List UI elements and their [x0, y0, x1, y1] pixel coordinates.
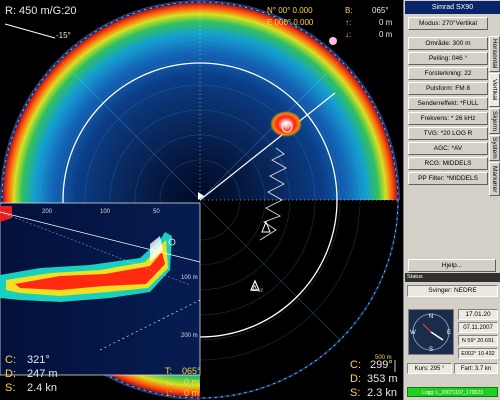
inset-depth-200: 200 m [181, 333, 198, 339]
range-button[interactable]: Område: 300 m [408, 37, 488, 50]
longitude-display: E002° 10.432 [458, 348, 498, 359]
fish-school-echo [270, 111, 302, 137]
svg-text:E: E [447, 330, 451, 336]
distance-label: D: [5, 368, 16, 380]
inset-scale-50: 50 [153, 209, 160, 215]
target-course-value: 299° [370, 359, 393, 371]
agc-button[interactable]: AGC: *AV [408, 142, 488, 155]
marker-12-label: Δ₁₂ [252, 284, 264, 293]
heading-display: Kurs: 295 ° [407, 363, 452, 374]
mode-button[interactable]: Modus: 270°Vertikal [408, 17, 488, 30]
sonar-app: R: 450 m/G:20 -15° N° 00° 0.000 E 000° 0… [0, 0, 500, 400]
course-value: 321° [27, 354, 50, 366]
tab-markorer[interactable]: Markører [489, 162, 500, 196]
course-label: C: [5, 354, 16, 366]
panel-title: Simrad SX90 [405, 1, 500, 14]
tab-vertikal[interactable]: Vertikal [489, 73, 500, 107]
tilt-readout: -15° [56, 31, 71, 40]
help-button[interactable]: Hjelp... [408, 259, 496, 272]
tab-horisontal[interactable]: Horisontal [489, 36, 500, 72]
pulse-form-button[interactable]: Pulsform: FM 8 [408, 82, 488, 95]
inset-scale-100: 100 [100, 209, 111, 215]
logging-status-bar: Logg: L_20071107_170023 [407, 387, 498, 397]
svg-text:W: W [410, 330, 416, 336]
speed-display: Fart: 3.7 kn [454, 363, 498, 374]
mid-down-label: ↓: [165, 388, 173, 398]
target-course-label: C: [350, 359, 361, 371]
status-header: Status [405, 273, 500, 282]
tvg-button[interactable]: TVG: *20 LOG R [408, 127, 488, 140]
sonar-graphics [0, 0, 403, 400]
down-label: ↓: [345, 30, 352, 39]
target-speed-value: 2.3 kn [367, 387, 397, 399]
distance-value: 247 m [27, 368, 58, 380]
down-value: 0 m [379, 30, 393, 39]
control-panel: Simrad SX90 Modus: 270°Vertikal Område: … [403, 0, 500, 400]
date-display: 07.11.2007 [458, 322, 498, 333]
compass-icon: N S W E [408, 309, 454, 355]
transmit-power-button[interactable]: Senderreffekt: *FULL [408, 97, 488, 110]
tracked-target[interactable] [329, 37, 337, 45]
svg-text:S: S [429, 347, 433, 353]
tab-system[interactable]: System [489, 135, 500, 161]
latitude-display: N 59° 20.691 [458, 335, 498, 346]
pp-filter-button[interactable]: PP Filter: *MIDDELS [408, 172, 488, 185]
range-gain-readout: R: 450 m/G:20 [5, 5, 77, 17]
speed-label: S: [5, 382, 16, 394]
east-position: E 000° 0.000 [267, 18, 314, 27]
vertical-view-inset[interactable] [0, 202, 201, 376]
gain-button[interactable]: Forsterkning: 22 [408, 67, 488, 80]
mid-down-value: 0 m [184, 388, 200, 398]
sonar-display[interactable]: R: 450 m/G:20 -15° N° 00° 0.000 E 000° 0… [0, 0, 403, 400]
target-distance-value: 353 m [367, 373, 398, 385]
tab-skjerm[interactable]: Skjerm [489, 108, 500, 134]
inset-depth-100: 100 m [181, 275, 198, 281]
frequency-button[interactable]: Frekvens: * 26 kHz [408, 112, 488, 125]
time-display: 17.01.20 [458, 309, 498, 320]
transducer-status: Svinger: NEDRE [407, 285, 498, 297]
inset-scale-200: 200 [42, 209, 53, 215]
rcg-button[interactable]: RCG: MIDDELS [408, 157, 488, 170]
target-distance-label: D: [350, 373, 361, 385]
speed-value: 2.4 kn [27, 382, 57, 394]
svg-text:N: N [429, 314, 433, 320]
bearing-button[interactable]: Peiling: 046 ° [408, 52, 488, 65]
target-speed-label: S: [350, 387, 361, 399]
